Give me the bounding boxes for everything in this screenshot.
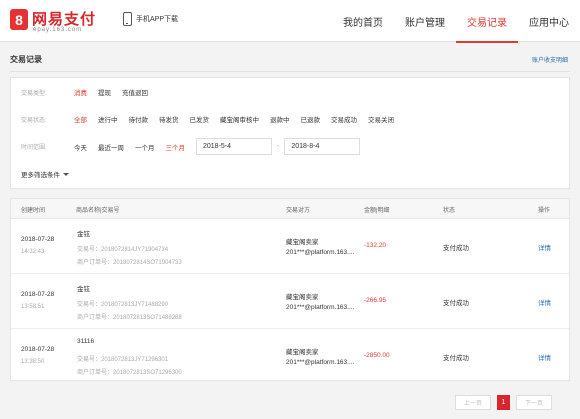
row-account: 201***@platform.163.... <box>286 249 355 256</box>
current-page-button[interactable]: 1 <box>496 395 510 410</box>
time-option-three-months[interactable]: 三个月 <box>166 142 186 152</box>
row-product: 金铉 <box>77 231 90 238</box>
type-filter-row: 交易类型: 消费 提现 充值退回 <box>21 87 159 97</box>
type-option-consume[interactable]: 消费 <box>74 87 87 97</box>
type-option-refund[interactable]: 充值退回 <box>122 87 148 97</box>
time-option-today[interactable]: 今天 <box>74 142 87 152</box>
type-filter-label: 交易类型: <box>21 90 47 97</box>
brand-name[interactable]: 网易支付 <box>32 8 96 29</box>
nav-account[interactable]: 账户管理 <box>394 0 456 42</box>
status-option-to-ship[interactable]: 待发货 <box>159 114 179 124</box>
time-option-month[interactable]: 一个月 <box>135 142 155 152</box>
end-date-input[interactable]: 2018-8-4 <box>284 138 361 155</box>
top-header: 8 网易支付 epay.163.com 手机APP下载 我的首页 账户管理 交易… <box>0 0 580 43</box>
table-row: 2018-07-28 14:32:43 金铉 交易号：2018072814JY7… <box>11 219 569 274</box>
status-option-all[interactable]: 全部 <box>74 114 87 124</box>
row-time: 13:58:51 <box>21 304 45 310</box>
status-option-closed[interactable]: 交易关闭 <box>368 114 394 124</box>
status-option-shipped[interactable]: 已发货 <box>190 114 210 124</box>
row-date: 2018-07-28 <box>21 236 55 243</box>
row-counterparty: 藏宝阁卖家 <box>286 239 319 246</box>
time-filter-row: 时间范围: 今天 最近一周 一个月 三个月 2018-5-4 - 2018-8-… <box>21 138 361 155</box>
next-page-button[interactable]: 下一页 <box>515 395 552 410</box>
row-date: 2018-07-28 <box>21 291 55 298</box>
row-date: 2018-07-28 <box>21 346 55 353</box>
col-action: 操作 <box>538 208 551 214</box>
row-order-no: 商户订单号：2018072813SO71488288 <box>77 315 182 321</box>
account-summary-link[interactable]: 账户收支明细 <box>532 55 568 64</box>
transaction-table: 创建时间 商品名称|交易号 交易对方 金额|明细 状态 操作 2018-07-2… <box>10 198 570 381</box>
row-order-no: 商户订单号：2018072813SO71296300 <box>77 370 182 376</box>
type-option-withdraw[interactable]: 提现 <box>98 87 111 97</box>
status-option-refunded[interactable]: 已退款 <box>301 114 321 124</box>
row-counterparty: 藏宝阁卖家 <box>286 294 319 301</box>
row-trade-no: 交易号：2018072813JY71488290 <box>77 302 169 308</box>
nav-apps[interactable]: 应用中心 <box>518 0 580 42</box>
row-status: 支付成功 <box>443 300 469 307</box>
col-counterparty: 交易对方 <box>286 208 311 214</box>
row-amount: -266.95 <box>364 297 387 304</box>
row-status: 支付成功 <box>443 355 469 362</box>
row-amount: -2850.00 <box>364 352 390 359</box>
title-divider <box>10 71 570 72</box>
date-separator: - <box>277 143 280 150</box>
start-date-input[interactable]: 2018-5-4 <box>196 138 272 155</box>
prev-page-button[interactable]: 上一页 <box>454 395 491 410</box>
row-counterparty: 藏宝阁卖家 <box>286 349 319 356</box>
row-order-no: 商户订单号：2018072814SO71904733 <box>77 260 182 266</box>
app-download-link[interactable]: 手机APP下载 <box>123 12 178 26</box>
row-product: 金铉 <box>77 286 90 293</box>
status-filter-row: 交易状态: 全部 进行中 待付款 待发货 已发货 藏宝阁审核中 退款中 已退款 … <box>21 114 405 124</box>
table-row: 2018-07-28 13:38:50 31116 交易号：2018072813… <box>11 329 569 384</box>
row-account: 201***@platform.163.... <box>286 304 355 311</box>
col-amount: 金额|明细 <box>364 208 390 214</box>
pagination: 上一页 1 下一页 <box>454 395 552 410</box>
filter-panel: 交易类型: 消费 提现 充值退回 交易状态: 全部 进行中 待付款 待发货 已发… <box>10 77 570 189</box>
row-trade-no: 交易号：2018072814JY71904734 <box>77 247 169 253</box>
row-amount: -132.20 <box>364 242 387 249</box>
row-time: 13:38:50 <box>21 359 45 365</box>
status-option-reviewing[interactable]: 藏宝阁审核中 <box>220 114 259 124</box>
nav-transactions[interactable]: 交易记录 <box>456 0 518 43</box>
row-status: 支付成功 <box>443 245 469 252</box>
status-option-refunding[interactable]: 退款中 <box>270 114 290 124</box>
table-row: 2018-07-28 13:58:51 金铉 交易号：2018072813JY7… <box>11 274 569 329</box>
page-title-bar: 交易记录 账户收支明细 <box>10 48 570 70</box>
row-detail-link[interactable]: 详情 <box>538 297 551 307</box>
table-header: 创建时间 商品名称|交易号 交易对方 金额|明细 状态 操作 <box>11 199 569 219</box>
time-option-week[interactable]: 最近一周 <box>98 142 124 152</box>
status-filter-label: 交易状态: <box>21 117 47 124</box>
app-download-label: 手机APP下载 <box>136 16 179 23</box>
page-title: 交易记录 <box>10 55 42 64</box>
row-trade-no: 交易号：2018072813JY71296301 <box>77 357 169 363</box>
row-product: 31116 <box>77 338 95 345</box>
phone-icon <box>123 12 132 26</box>
brand-domain: epay.163.com <box>33 27 83 33</box>
col-status: 状态 <box>443 208 456 214</box>
row-account: 201***@platform.163.... <box>286 359 355 366</box>
row-detail-link[interactable]: 详情 <box>538 242 551 252</box>
status-option-in-progress[interactable]: 进行中 <box>98 114 118 124</box>
main-nav: 我的首页 账户管理 交易记录 应用中心 <box>332 0 580 43</box>
col-product-trade: 商品名称|交易号 <box>76 208 120 214</box>
col-created-time: 创建时间 <box>21 208 46 214</box>
row-time: 14:32:43 <box>21 249 45 255</box>
netease-logo-icon[interactable]: 8 <box>10 9 28 30</box>
status-option-unpaid[interactable]: 待付款 <box>129 114 149 124</box>
status-option-success[interactable]: 交易成功 <box>331 114 357 124</box>
time-filter-label: 时间范围: <box>21 145 47 151</box>
row-detail-link[interactable]: 详情 <box>538 352 551 362</box>
caret-down-icon <box>63 172 69 176</box>
nav-home[interactable]: 我的首页 <box>332 0 394 42</box>
more-filters-label: 更多筛选条件 <box>21 172 60 179</box>
more-filters-toggle[interactable]: 更多筛选条件 <box>21 169 69 179</box>
